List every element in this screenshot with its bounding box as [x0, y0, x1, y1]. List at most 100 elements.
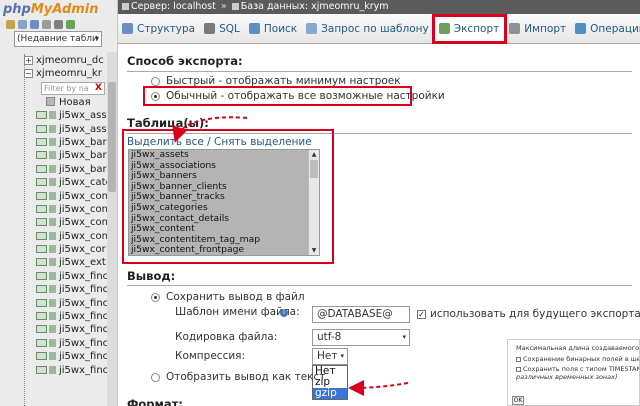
nav-table-item[interactable]: ji5wx_cate: [0, 176, 117, 189]
nav-table-item[interactable]: ji5wx_finc: [0, 364, 117, 377]
home-icon[interactable]: [6, 20, 15, 29]
scroll-down-icon[interactable]: ▼: [309, 246, 319, 255]
table-browse-icon[interactable]: [49, 258, 56, 267]
table-icon[interactable]: [36, 124, 47, 133]
save-to-file-radio[interactable]: [151, 292, 160, 302]
custom-export-option[interactable]: Обычный - отображать все возможные настр…: [151, 90, 445, 102]
table-icon[interactable]: [36, 258, 47, 267]
show-as-text-label[interactable]: Отобразить вывод как текст: [166, 371, 325, 383]
nav-table-item[interactable]: ji5wx_ext: [0, 256, 117, 269]
db-item-2[interactable]: − xjmeomru_kr: [0, 67, 117, 80]
docs-alt-icon[interactable]: [42, 20, 51, 29]
table-icon[interactable]: [36, 111, 47, 120]
table-browse-icon[interactable]: [49, 325, 56, 334]
table-browse-icon[interactable]: [49, 164, 56, 173]
nav-table-label[interactable]: ji5wx_bar: [59, 137, 107, 148]
nav-table-label[interactable]: ji5wx_con: [59, 204, 108, 215]
table-browse-icon[interactable]: [49, 204, 56, 213]
nav-table-label[interactable]: ji5wx_con: [59, 217, 108, 228]
table-browse-icon[interactable]: [49, 111, 56, 120]
table-browse-icon[interactable]: [49, 151, 56, 160]
table-browse-icon[interactable]: [49, 298, 56, 307]
logout-icon[interactable]: [18, 20, 27, 29]
tab-operations[interactable]: Операции: [571, 16, 640, 42]
table-icon[interactable]: [36, 231, 47, 240]
tables-listbox[interactable]: ji5wx_assets ji5wx_associations ji5wx_bann…: [128, 149, 320, 256]
deselect-all-link[interactable]: Снять выделение: [214, 136, 312, 148]
custom-export-radio[interactable]: [151, 91, 160, 101]
nav-table-item[interactable]: ji5wx_bar: [0, 163, 117, 176]
charset-select[interactable]: utf-8 ▾: [312, 329, 410, 346]
new-table-item[interactable]: Новая: [0, 96, 117, 109]
filename-template-input[interactable]: @DATABASE@: [312, 306, 410, 323]
expand-icon[interactable]: +: [24, 55, 33, 65]
table-browse-icon[interactable]: [49, 271, 56, 280]
nav-table-item[interactable]: ji5wx_con: [0, 203, 117, 216]
nav-table-item[interactable]: ji5wx_finc: [0, 270, 117, 283]
table-browse-icon[interactable]: [49, 312, 56, 321]
collapse-icon[interactable]: −: [24, 68, 33, 78]
db-label[interactable]: xjmeomru_dc: [36, 55, 104, 66]
table-option[interactable]: ji5wx_content_frontpage: [129, 245, 319, 255]
tab-sql[interactable]: SQL: [200, 16, 245, 42]
show-as-text-radio[interactable]: [151, 372, 160, 382]
table-icon[interactable]: [36, 271, 47, 280]
save-to-file-label[interactable]: Сохранить вывод в файл: [166, 291, 305, 303]
nav-table-label[interactable]: ji5wx_cate: [59, 177, 112, 188]
nav-table-item[interactable]: ji5wx_bar: [0, 136, 117, 149]
nav-table-item[interactable]: ji5wx_finc: [0, 310, 117, 323]
nav-table-label[interactable]: ji5wx_ass: [59, 110, 107, 121]
remember-template-checkbox[interactable]: ✓: [417, 310, 426, 319]
nav-table-item[interactable]: ji5wx_finc: [0, 323, 117, 336]
compression-select[interactable]: Нет ▾: [312, 348, 348, 365]
table-option[interactable]: ji5wx_categories: [129, 202, 319, 214]
nav-table-label[interactable]: ji5wx_cor: [59, 244, 106, 255]
nav-table-item[interactable]: ji5wx_bar: [0, 149, 117, 162]
nav-table-label[interactable]: ji5wx_con: [59, 191, 108, 202]
table-browse-icon[interactable]: [49, 365, 56, 374]
tab-import[interactable]: Импорт: [505, 16, 571, 42]
info-icon[interactable]: i: [280, 309, 288, 317]
db-label[interactable]: xjmeomru_kr: [36, 68, 102, 79]
select-all-link[interactable]: Выделить все: [127, 136, 204, 148]
docs-icon[interactable]: [30, 20, 39, 29]
nav-table-label[interactable]: ji5wx_finc: [59, 324, 108, 335]
nav-table-item[interactable]: ji5wx_ass: [0, 109, 117, 122]
nav-table-label[interactable]: ji5wx_finc: [59, 338, 108, 349]
nav-table-item[interactable]: ji5wx_con: [0, 216, 117, 229]
new-table-label[interactable]: Новая: [59, 97, 91, 108]
nav-table-label[interactable]: ji5wx_ass: [59, 124, 107, 135]
nav-table-label[interactable]: ji5wx_ext: [59, 257, 106, 268]
breadcrumb-database[interactable]: База данных: xjmeomru_krym: [241, 1, 389, 12]
nav-table-item[interactable]: ji5wx_con: [0, 230, 117, 243]
quick-export-option[interactable]: Быстрый - отображать минимум настроек: [151, 75, 401, 87]
nav-table-label[interactable]: ji5wx_finc: [59, 311, 108, 322]
table-icon[interactable]: [36, 204, 47, 213]
table-icon[interactable]: [36, 151, 47, 160]
nav-table-label[interactable]: ji5wx_finc: [59, 284, 108, 295]
table-browse-icon[interactable]: [49, 218, 56, 227]
table-icon[interactable]: [36, 325, 47, 334]
quick-export-label[interactable]: Быстрый - отображать минимум настроек: [166, 75, 401, 87]
table-browse-icon[interactable]: [49, 285, 56, 294]
table-icon[interactable]: [36, 245, 47, 254]
nav-table-item[interactable]: ji5wx_cor: [0, 243, 117, 256]
nav-table-item[interactable]: ji5wx_con: [0, 190, 117, 203]
nav-table-item[interactable]: ji5wx_finc: [0, 297, 117, 310]
nav-table-item[interactable]: ji5wx_finc: [0, 337, 117, 350]
nav-scrollbar-thumb[interactable]: [108, 82, 116, 192]
nav-table-label[interactable]: ji5wx_bar: [59, 150, 107, 161]
db-item-1[interactable]: + xjmeomru_dc: [0, 54, 117, 67]
table-browse-icon[interactable]: [49, 352, 56, 361]
table-browse-icon[interactable]: [49, 338, 56, 347]
table-icon[interactable]: [36, 218, 47, 227]
nav-table-label[interactable]: ji5wx_finc: [59, 298, 108, 309]
nav-table-label[interactable]: ji5wx_con: [59, 231, 108, 242]
nav-table-item[interactable]: ji5wx_finc: [0, 350, 117, 363]
table-icon[interactable]: [36, 338, 47, 347]
tab-query[interactable]: Запрос по шаблону: [302, 16, 434, 42]
table-icon[interactable]: [36, 298, 47, 307]
table-filter-input[interactable]: Filter by na X: [41, 81, 105, 95]
nav-table-label[interactable]: ji5wx_finc: [59, 271, 108, 282]
table-icon[interactable]: [36, 285, 47, 294]
